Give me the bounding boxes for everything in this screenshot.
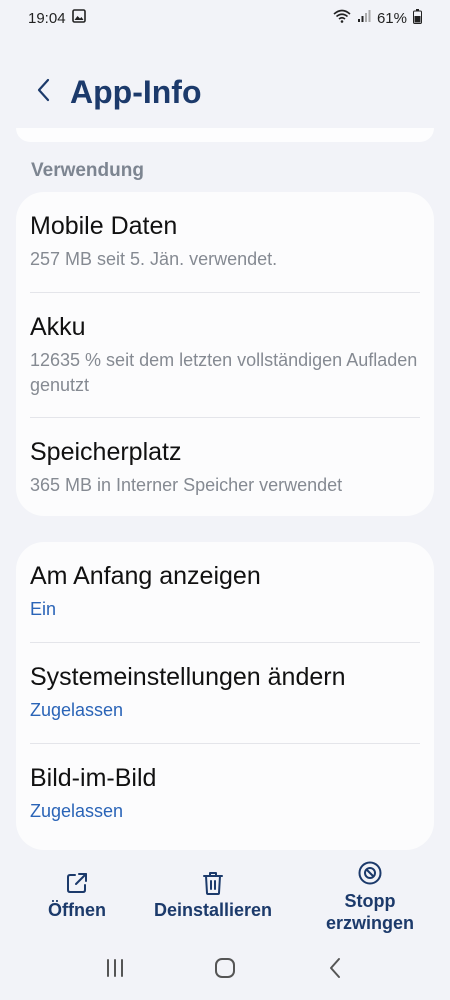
battery-icon [413, 8, 422, 28]
list-item-battery[interactable]: Akku 12635 % seit dem letzten vollständi… [16, 293, 434, 417]
item-title: Systemeinstellungen ändern [30, 663, 346, 691]
block-icon [357, 856, 383, 890]
open-external-icon [65, 866, 89, 900]
status-right: 61% [333, 8, 422, 28]
list-item-show-on-start[interactable]: Am Anfang anzeigen Ein [16, 542, 434, 642]
status-left: 19:04 [28, 9, 86, 27]
item-title: Speicherplatz [30, 438, 182, 466]
item-value: Ein [30, 599, 57, 619]
list-item-storage[interactable]: Speicherplatz 365 MB in Interner Speiche… [16, 418, 434, 516]
uninstall-label: Deinstallieren [153, 900, 273, 920]
back-button[interactable] [24, 72, 64, 112]
recents-button[interactable] [93, 948, 137, 992]
status-bar: 19:04 61% [0, 0, 450, 36]
uninstall-button[interactable]: Deinstallieren [154, 866, 272, 936]
item-value: Zugelassen [30, 801, 124, 821]
list-item-modify-system-settings[interactable]: Systemeinstellungen ändern Zugelassen [16, 643, 434, 743]
item-value: Zugelassen [30, 700, 124, 720]
section-label-usage: Verwendung [31, 160, 144, 181]
wifi-icon [333, 9, 351, 27]
trash-icon [202, 866, 224, 900]
home-icon [214, 957, 236, 984]
item-subtitle: 12635 % seit dem letzten vollständigen A… [30, 350, 418, 395]
nav-back-button[interactable] [313, 948, 357, 992]
system-nav-bar [0, 946, 450, 994]
collapsed-card-edge [16, 128, 434, 142]
usage-card: Mobile Daten 257 MB seit 5. Jän. verwend… [16, 192, 434, 516]
recents-icon [104, 958, 126, 983]
battery-percent: 61% [376, 9, 407, 27]
open-button[interactable]: Öffnen [48, 866, 106, 936]
back-icon [328, 957, 342, 984]
item-title: Mobile Daten [30, 212, 178, 240]
force-stop-label: Stopp erzwingen [325, 891, 414, 933]
item-title: Am Anfang anzeigen [30, 562, 261, 590]
home-button[interactable] [203, 948, 247, 992]
chevron-left-icon [36, 78, 52, 107]
image-icon [71, 9, 86, 27]
item-subtitle: 257 MB seit 5. Jän. verwendet. [30, 249, 278, 269]
permissions-card: Am Anfang anzeigen Ein Systemeinstellung… [16, 542, 434, 850]
bottom-actions: Öffnen Deinstallieren Stopp erzwingen [0, 856, 450, 936]
list-item-mobile-data[interactable]: Mobile Daten 257 MB seit 5. Jän. verwend… [16, 192, 434, 292]
item-title: Bild-im-Bild [30, 764, 157, 792]
page-title: App-Info [70, 73, 202, 110]
signal-icon [357, 9, 371, 27]
list-item-picture-in-picture[interactable]: Bild-im-Bild Zugelassen [16, 744, 434, 844]
status-time: 19:04 [28, 9, 66, 27]
item-subtitle: 365 MB in Interner Speicher verwendet [30, 475, 343, 495]
header: App-Info [0, 62, 450, 122]
force-stop-button[interactable]: Stopp erzwingen [320, 856, 420, 936]
open-label: Öffnen [48, 900, 106, 920]
item-title: Akku [30, 313, 86, 341]
